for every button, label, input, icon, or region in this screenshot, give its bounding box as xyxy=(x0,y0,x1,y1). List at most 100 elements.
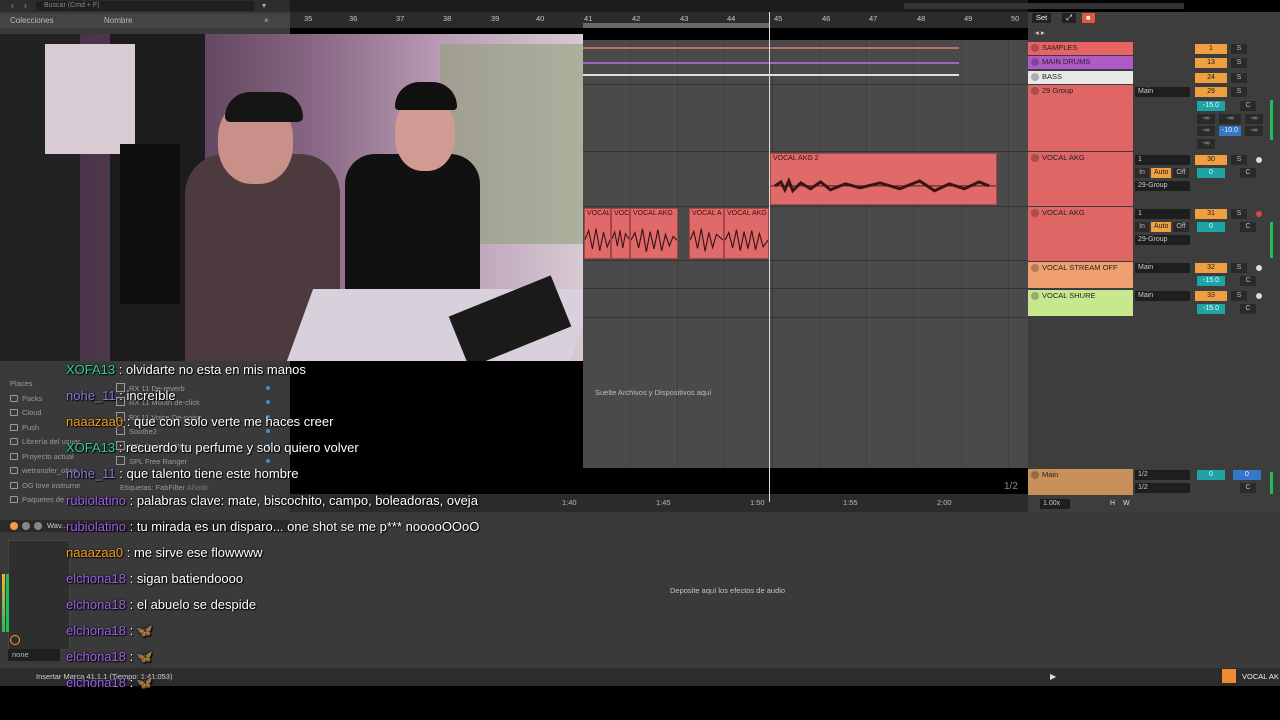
arrangement-view[interactable]: VOCAL AKG 2 VOCAL VOC VOCAL AKG VOCAL A … xyxy=(583,40,1028,468)
sidebar-item-packages[interactable]: Paquetes de xyxy=(10,495,64,504)
track-activator[interactable]: 29 xyxy=(1195,87,1227,97)
audio-clip[interactable]: VOCAL AKG xyxy=(724,208,769,259)
audio-clip[interactable]: VOCAL AKG 2 xyxy=(770,153,997,205)
output-routing-select[interactable]: Main xyxy=(1135,87,1190,97)
track-activator[interactable]: 13 xyxy=(1195,58,1227,68)
pan-field[interactable]: C xyxy=(1240,168,1256,178)
track-fold-icon[interactable] xyxy=(1031,264,1039,272)
chat-username[interactable]: nohe_11 xyxy=(66,388,116,403)
chat-username[interactable]: XOFA13 xyxy=(66,440,115,455)
audio-clip[interactable]: VOCAL A xyxy=(689,208,724,259)
chat-username[interactable]: XOFA13 xyxy=(66,362,115,377)
chat-username[interactable]: elchona18 xyxy=(66,675,126,690)
volume-field[interactable]: -15.0 xyxy=(1197,304,1225,314)
track-fold-icon[interactable] xyxy=(1031,154,1039,162)
track-activator[interactable]: 31 xyxy=(1195,209,1227,219)
send-field[interactable]: -10.0 xyxy=(1219,126,1241,136)
h-button[interactable]: H xyxy=(1107,499,1118,509)
send-field[interactable]: -∞ xyxy=(1197,114,1215,124)
sidebar-item-packs[interactable]: Packs xyxy=(10,394,42,403)
device-power-icon[interactable] xyxy=(10,522,18,530)
audio-clip[interactable]: VOCAL xyxy=(584,208,611,259)
send-field[interactable]: -∞ xyxy=(1197,126,1215,136)
monitor-off-button[interactable]: Off xyxy=(1173,168,1189,178)
arm-button[interactable] xyxy=(1256,157,1262,163)
solo-button[interactable]: S xyxy=(1231,209,1247,219)
playhead[interactable] xyxy=(769,12,770,502)
track-main[interactable]: Main xyxy=(1028,469,1133,495)
main-routing-select[interactable]: 1/2 xyxy=(1135,483,1190,493)
track-samples[interactable]: SAMPLES xyxy=(1028,42,1133,55)
close-icon[interactable]: × xyxy=(264,16,269,25)
volume-field[interactable]: -15.0 xyxy=(1197,101,1225,111)
warning-icon[interactable] xyxy=(1222,669,1236,683)
solo-button[interactable]: S xyxy=(1231,58,1247,68)
monitor-auto-button[interactable]: Auto xyxy=(1151,222,1171,232)
forward-icon[interactable]: › xyxy=(24,1,27,10)
audio-clip[interactable]: VOCAL AKG xyxy=(630,208,678,259)
solo-button[interactable]: S xyxy=(1231,73,1247,83)
track-activator[interactable]: 32 xyxy=(1195,263,1227,273)
track-fold-icon[interactable] xyxy=(1031,292,1039,300)
pan-field[interactable]: C xyxy=(1240,483,1256,493)
w-button[interactable]: W xyxy=(1120,499,1133,509)
output-routing-select[interactable]: 29-Group xyxy=(1135,235,1190,245)
chat-username[interactable]: elchona18 xyxy=(66,623,126,638)
track-vocal-akg-2[interactable]: VOCAL AKG xyxy=(1028,207,1133,261)
name-column-header[interactable]: Nombre xyxy=(104,16,132,25)
chat-username[interactable]: nohe_11 xyxy=(66,466,116,481)
output-routing-select[interactable]: Main xyxy=(1135,263,1190,273)
track-fold-icon[interactable] xyxy=(1031,209,1039,217)
track-bass[interactable]: BASS xyxy=(1028,71,1133,84)
cue-volume-field[interactable]: 0 xyxy=(1233,470,1261,480)
solo-button[interactable]: S xyxy=(1231,263,1247,273)
arm-button[interactable] xyxy=(1256,265,1262,271)
monitor-in-button[interactable]: In xyxy=(1135,168,1149,178)
device-settings-icon[interactable] xyxy=(34,522,42,530)
prev-icon[interactable]: ◂ ▸ xyxy=(1031,28,1049,38)
track-fold-icon[interactable] xyxy=(1031,44,1039,52)
track-fold-icon[interactable] xyxy=(1031,58,1039,66)
audio-clip[interactable]: VOC xyxy=(611,208,630,259)
volume-field[interactable]: 0 xyxy=(1197,222,1225,232)
send-field[interactable]: -∞ xyxy=(1197,139,1215,149)
monitor-auto-button[interactable]: Auto xyxy=(1151,168,1171,178)
track-activator[interactable]: 33 xyxy=(1195,291,1227,301)
pan-field[interactable]: C xyxy=(1240,222,1256,232)
output-routing-select[interactable]: 29-Group xyxy=(1135,181,1190,191)
arm-button[interactable] xyxy=(1256,211,1262,217)
solo-button[interactable]: S xyxy=(1231,87,1247,97)
monitor-off-button[interactable]: Off xyxy=(1173,222,1189,232)
main-volume-field[interactable]: 0 xyxy=(1197,470,1225,480)
output-routing-select[interactable]: Main xyxy=(1135,291,1190,301)
track-fold-icon[interactable] xyxy=(1031,471,1039,479)
chat-username[interactable]: naaazaa0 xyxy=(66,545,123,560)
sidebar-item-current-project[interactable]: Proyecto actual xyxy=(10,452,74,461)
monitor-in-button[interactable]: In xyxy=(1135,222,1149,232)
overview-strip[interactable] xyxy=(290,0,1184,12)
chat-username[interactable]: elchona18 xyxy=(66,649,126,664)
pan-field[interactable]: C xyxy=(1240,276,1256,286)
loop-brace[interactable] xyxy=(583,23,769,28)
chat-username[interactable]: rubiolatino xyxy=(66,493,126,508)
zoom-field[interactable]: 1.00x xyxy=(1040,499,1070,509)
track-29-group[interactable]: 29 Group xyxy=(1028,85,1133,151)
track-activator[interactable]: 1 xyxy=(1195,44,1227,54)
track-vocal-akg-1[interactable]: VOCAL AKG xyxy=(1028,152,1133,206)
arm-button[interactable] xyxy=(1256,293,1262,299)
track-activator[interactable]: 30 xyxy=(1195,155,1227,165)
track-vocal-shure[interactable]: VOCAL SHURE xyxy=(1028,290,1133,316)
back-icon[interactable]: ‹ xyxy=(11,1,14,10)
input-channel-select[interactable]: 1 xyxy=(1135,209,1190,219)
chat-username[interactable]: rubiolatino xyxy=(66,519,126,534)
cue-routing-select[interactable]: 1/2 xyxy=(1135,470,1190,480)
knob-icon[interactable] xyxy=(10,635,20,645)
pan-field[interactable]: C xyxy=(1240,101,1256,111)
chat-username[interactable]: elchona18 xyxy=(66,597,126,612)
solo-button[interactable]: S xyxy=(1231,155,1247,165)
set-button[interactable]: Set xyxy=(1032,13,1052,23)
expand-icon[interactable]: ⤢ xyxy=(1062,13,1076,23)
chat-username[interactable]: naaazaa0 xyxy=(66,414,123,429)
input-channel-select[interactable]: 1 xyxy=(1135,155,1190,165)
preset-select[interactable]: none xyxy=(8,649,60,661)
